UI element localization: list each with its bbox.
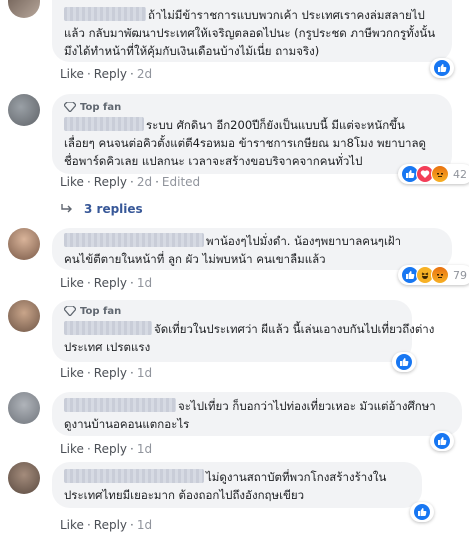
top-fan-badge: Top fan [64, 304, 400, 318]
redacted-name [64, 233, 204, 247]
comment-actions: Like · Reply · 1d [60, 276, 153, 290]
avatar[interactable] [8, 94, 40, 126]
redacted-name [64, 321, 152, 335]
timestamp[interactable]: 1d [137, 518, 152, 532]
timestamp[interactable]: 1d [137, 276, 152, 290]
reaction-summary[interactable]: 79 [398, 265, 469, 285]
angry-reaction-icon [431, 165, 449, 183]
like-reaction-icon [433, 432, 451, 450]
redacted-name [64, 469, 204, 483]
like-button[interactable]: Like [60, 175, 84, 189]
timestamp[interactable]: 1d [137, 366, 152, 380]
avatar[interactable] [8, 228, 40, 260]
reply-button[interactable]: Reply [94, 366, 127, 380]
like-reaction-icon [395, 353, 413, 371]
redacted-name [64, 7, 146, 21]
reaction-summary[interactable] [410, 502, 434, 522]
reply-button[interactable]: Reply [94, 276, 127, 290]
comment-text-line: ดูงานบ้านอคอนแตกอะไร [64, 417, 190, 431]
top-fan-badge: Top fan [64, 100, 440, 114]
diamond-icon [64, 306, 76, 316]
comment-bubble: ถ้าไม่มีข้าราชการแบบพวกเค้า ประเทศเราคงล… [52, 0, 452, 62]
comment-bubble: จะไปเที่ยว ก็บอกว่าไปท่องเที่ยวเหอะ มัวแ… [52, 392, 462, 436]
redacted-name [64, 398, 176, 412]
comment-bubble: พาน้องๆไปมั่งดำ. น้องๆพยาบาลคนๆเฝ้า คนไข… [52, 228, 452, 270]
avatar[interactable] [8, 0, 40, 18]
diamond-icon [64, 102, 76, 112]
comment-text-line: ระบบ ศักดินา อีก200ปีก็ยังเป็นแบบนี้ มีแ… [64, 116, 440, 134]
comment-actions: Like · Reply · 1d [60, 442, 153, 456]
reaction-summary[interactable]: 42 [398, 164, 469, 184]
avatar[interactable] [8, 462, 40, 494]
reaction-count: 42 [453, 167, 467, 181]
comment-text-line: เลื่อยๆ คนจนต่อคิวตั้งแต่ตี4รอหมอ ข้าราช… [64, 136, 427, 150]
comment-bubble: Top fan ระบบ ศักดินา อีก200ปีก็ยังเป็นแบ… [52, 94, 452, 174]
comment-text-line: ชื่อพาร์ดคิวเลย แปลกนะ เวลาจะสร้างขอบริจ… [64, 154, 363, 168]
reply-button[interactable]: Reply [94, 442, 127, 456]
comment-actions: Like · Reply · 2d · Edited [60, 175, 201, 189]
comment-actions: Like · Reply · 1d [60, 518, 153, 532]
timestamp[interactable]: 2d [137, 67, 152, 81]
comment-text-line: ประเทศไทยมีเยอะมาก ต้องถอกไปถึงอังกฤษเขี… [64, 488, 305, 502]
comment-text-line: ประเทศ เปรตแรง [64, 340, 151, 354]
like-reaction-icon [433, 59, 451, 77]
like-button[interactable]: Like [60, 276, 84, 290]
like-button[interactable]: Like [60, 442, 84, 456]
timestamp[interactable]: 2d [137, 175, 152, 189]
comment-text-line: คนไข้ตีตายในหน้าที่ ลูก ผัว ไม่พบหน้า คน… [64, 252, 326, 266]
like-button[interactable]: Like [60, 518, 84, 532]
like-button[interactable]: Like [60, 67, 84, 81]
avatar[interactable] [8, 392, 40, 424]
comment-bubble: ไม่ดูงานสถาบัตที่พวกโกงสร้างร้างใน ประเท… [52, 462, 422, 508]
comment-bubble: Top fan จัดเที่ยวในประเทศว่า ผีแล้ว นี้เ… [52, 300, 434, 362]
comment-text-line: แล้ว กลับมาพัฒนาประเทศให้เจริญตลอดไปนะ (… [64, 26, 436, 40]
reaction-summary[interactable] [430, 431, 454, 451]
angry-reaction-icon [431, 266, 449, 284]
redacted-name [64, 117, 144, 131]
edited-label[interactable]: Edited [162, 175, 200, 189]
reply-button[interactable]: Reply [94, 175, 127, 189]
comment-text-line: พาน้องๆไปมั่งดำ. น้องๆพยาบาลคนๆเฝ้า [64, 232, 440, 250]
comment-actions: Like · Reply · 2d [60, 67, 153, 81]
reaction-count: 79 [453, 268, 467, 282]
comment-text-line: ถ้าไม่มีข้าราชการแบบพวกเค้า ประเทศเราคงล… [64, 6, 440, 24]
comment-text-line: จัดเที่ยวในประเทศว่า ผีแล้ว นี้เล่นเอางบ… [64, 320, 434, 338]
reaction-summary[interactable] [392, 352, 416, 372]
timestamp[interactable]: 1d [137, 442, 152, 456]
comment-text-line: มึงได้ทำหน้าที่ให้คุ้มกับเงินเดือนบ้างไม… [64, 44, 320, 58]
reply-button[interactable]: Reply [94, 67, 127, 81]
view-replies-link[interactable]: 3 replies [60, 202, 143, 216]
like-button[interactable]: Like [60, 366, 84, 380]
like-reaction-icon [413, 503, 431, 521]
avatar[interactable] [8, 300, 40, 332]
reaction-summary[interactable] [430, 58, 454, 78]
comment-text-line: ไม่ดูงานสถาบัตที่พวกโกงสร้างร้างใน [64, 468, 410, 486]
reply-button[interactable]: Reply [94, 518, 127, 532]
comment-text-line: จะไปเที่ยว ก็บอกว่าไปท่องเที่ยวเหอะ มัวแ… [64, 397, 450, 415]
reply-arrow-icon [61, 204, 72, 213]
comment-actions: Like · Reply · 1d [60, 366, 153, 380]
